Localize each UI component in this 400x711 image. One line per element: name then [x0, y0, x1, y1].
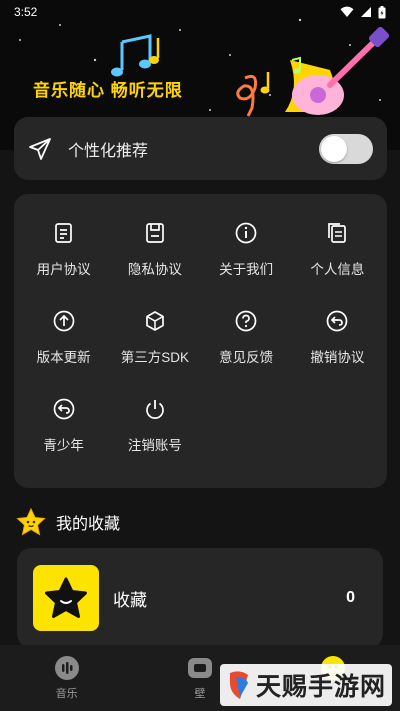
banner-slogan: 音乐随心 畅听无限 — [33, 81, 183, 100]
info-icon — [233, 220, 259, 246]
music-tab-icon — [54, 656, 79, 680]
menu-item-teen-mode[interactable]: 青少年 — [18, 396, 109, 462]
toggle-knob — [321, 135, 347, 162]
menu-item-label: 关于我们 — [219, 262, 274, 277]
help-circle-icon — [233, 308, 259, 334]
recommend-label: 个性化推荐 — [68, 142, 149, 160]
copy-icon — [324, 220, 350, 246]
menu-item-label: 个人信息 — [310, 262, 365, 277]
menu-item-feedback[interactable]: 意见反馈 — [201, 308, 292, 374]
power-icon — [142, 396, 168, 422]
send-icon — [29, 137, 51, 160]
wallpaper-tab-icon — [187, 658, 212, 678]
menu-item-personal-info[interactable]: 个人信息 — [292, 220, 383, 286]
favorites-item-name: 收藏 — [113, 590, 147, 610]
tab-label: 音乐 — [55, 688, 78, 700]
signal-icon — [361, 7, 371, 17]
battery-icon — [378, 5, 386, 18]
menu-item-label: 意见反馈 — [219, 350, 274, 365]
arrow-up-circle-icon — [51, 308, 77, 334]
watermark-text: 天赐手游网 — [255, 673, 386, 701]
guitar-icon — [285, 26, 390, 115]
menu-item-user-agreement[interactable]: 用户协议 — [18, 220, 109, 286]
menu-grid-card: 用户协议 隐私协议 关于我们 个人信息 版本更新 第三方SDK 意见反馈 撤销协… — [14, 194, 387, 488]
menu-item-label: 青少年 — [43, 438, 84, 453]
recommend-card: 个性化推荐 — [14, 117, 387, 180]
favorites-title: 我的收藏 — [56, 516, 121, 533]
favorites-item-count: 0 — [346, 589, 355, 606]
menu-item-label: 隐私协议 — [127, 262, 182, 277]
cube-icon — [142, 308, 168, 334]
favorites-header: 我的收藏 — [16, 508, 120, 536]
menu-item-label: 撤销协议 — [310, 350, 365, 365]
tab-music[interactable]: 音乐 — [0, 645, 133, 711]
menu-item-version-update[interactable]: 版本更新 — [18, 308, 109, 374]
status-bar: 3:52 — [0, 0, 400, 24]
status-icons — [340, 5, 386, 19]
star-face-icon — [45, 577, 87, 618]
recommend-toggle[interactable] — [319, 133, 373, 164]
status-time: 3:52 — [14, 5, 38, 19]
menu-item-label: 用户协议 — [36, 262, 91, 277]
favorites-thumbnail — [33, 565, 99, 631]
menu-item-label: 第三方SDK — [120, 350, 189, 365]
wifi-icon — [340, 6, 354, 17]
back-circle-icon — [51, 396, 77, 422]
menu-grid: 用户协议 隐私协议 关于我们 个人信息 版本更新 第三方SDK 意见反馈 撤销协… — [18, 220, 383, 462]
favorites-item[interactable]: 收藏 0 — [17, 548, 383, 648]
undo-circle-icon — [324, 308, 350, 334]
tab-label: 壁 — [194, 688, 206, 700]
document-icon — [51, 220, 77, 246]
music-note-icon — [111, 34, 160, 77]
menu-item-third-party-sdk[interactable]: 第三方SDK — [109, 308, 200, 374]
save-icon — [142, 220, 168, 246]
menu-item-about-us[interactable]: 关于我们 — [201, 220, 292, 286]
menu-item-label: 版本更新 — [36, 350, 91, 365]
star-icon — [16, 508, 46, 536]
watermark: 天赐手游网 — [219, 664, 392, 706]
menu-item-delete-account[interactable]: 注销账号 — [109, 396, 200, 462]
menu-item-revoke-agreement[interactable]: 撤销协议 — [292, 308, 383, 374]
watermark-logo — [229, 671, 248, 699]
menu-item-label: 注销账号 — [127, 438, 182, 453]
menu-item-privacy-agreement[interactable]: 隐私协议 — [109, 220, 200, 286]
